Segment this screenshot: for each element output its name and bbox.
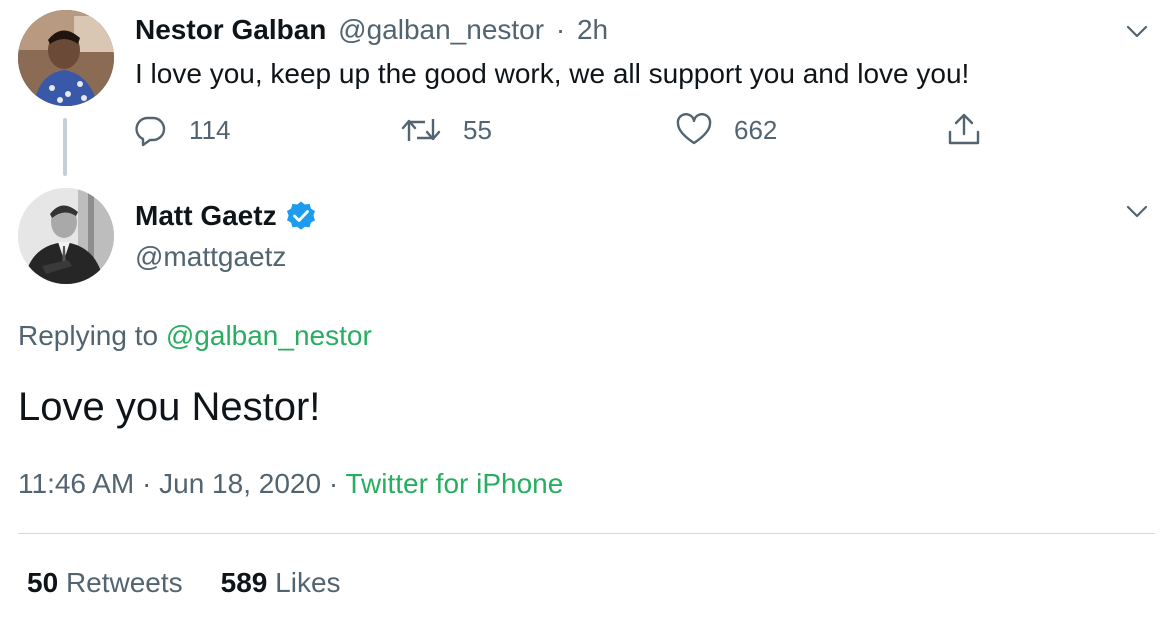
chevron-down-icon[interactable]	[1124, 18, 1150, 44]
avatar-nestor[interactable]	[18, 10, 114, 106]
main-tweet-text: Love you Nestor!	[18, 385, 321, 429]
parent-tweet-text: I love you, keep up the good work, we al…	[135, 58, 970, 89]
thread-connector-line	[63, 118, 67, 176]
retweets-count: 50	[27, 567, 59, 598]
like-count: 662	[734, 114, 778, 145]
retweet-icon	[401, 119, 441, 141]
likes-label: Likes	[275, 567, 341, 598]
parent-author-name[interactable]: Nestor Galban	[135, 14, 326, 45]
tweet-time[interactable]: 11:46 AM	[18, 468, 134, 499]
like-button[interactable]: 662	[676, 110, 777, 150]
verified-badge-icon	[286, 201, 315, 230]
tweet-metadata: 11:46 AM · Jun 18, 2020 · Twitter for iP…	[18, 464, 563, 504]
avatar-matt[interactable]	[18, 188, 114, 284]
parent-header-separator: ·	[555, 14, 566, 45]
main-author-handle[interactable]: @mattgaetz	[135, 237, 286, 277]
share-icon	[948, 113, 980, 145]
share-button[interactable]	[946, 110, 982, 150]
parent-tweet-header: Nestor Galban @galban_nestor · 2h	[135, 10, 608, 50]
like-icon	[676, 113, 712, 145]
likes-stat-link[interactable]: 589 Likes	[221, 567, 341, 598]
replying-to-prefix: Replying to	[18, 320, 159, 351]
chevron-down-icon[interactable]	[1124, 198, 1150, 224]
main-author-name-row: Matt Gaetz	[135, 196, 317, 236]
tweet-source-link[interactable]: Twitter for iPhone	[345, 468, 563, 499]
meta-separator: ·	[142, 468, 152, 499]
avatar-image	[18, 188, 114, 284]
replying-to-line: Replying to @galban_nestor	[18, 316, 372, 356]
retweets-label: Retweets	[65, 567, 183, 598]
engagement-stats: 50 Retweets 589 Likes	[27, 563, 341, 603]
divider	[18, 533, 1155, 534]
tweet-date[interactable]: Jun 18, 2020	[159, 468, 321, 499]
reply-button[interactable]: 114	[133, 110, 230, 150]
retweet-count: 55	[463, 114, 492, 145]
parent-author-handle[interactable]: @galban_nestor	[338, 14, 544, 45]
meta-separator: ·	[328, 468, 339, 499]
reply-count: 114	[189, 114, 231, 145]
avatar-image	[18, 10, 114, 106]
reply-icon	[135, 116, 166, 147]
retweet-button[interactable]: 55	[401, 110, 492, 150]
likes-count: 589	[220, 567, 268, 598]
parent-time-ago[interactable]: 2h	[577, 14, 608, 45]
retweets-stat-link[interactable]: 50 Retweets	[27, 567, 183, 598]
main-author-name[interactable]: Matt Gaetz	[135, 196, 277, 236]
replying-to-mention-link[interactable]: @galban_nestor	[166, 320, 372, 351]
